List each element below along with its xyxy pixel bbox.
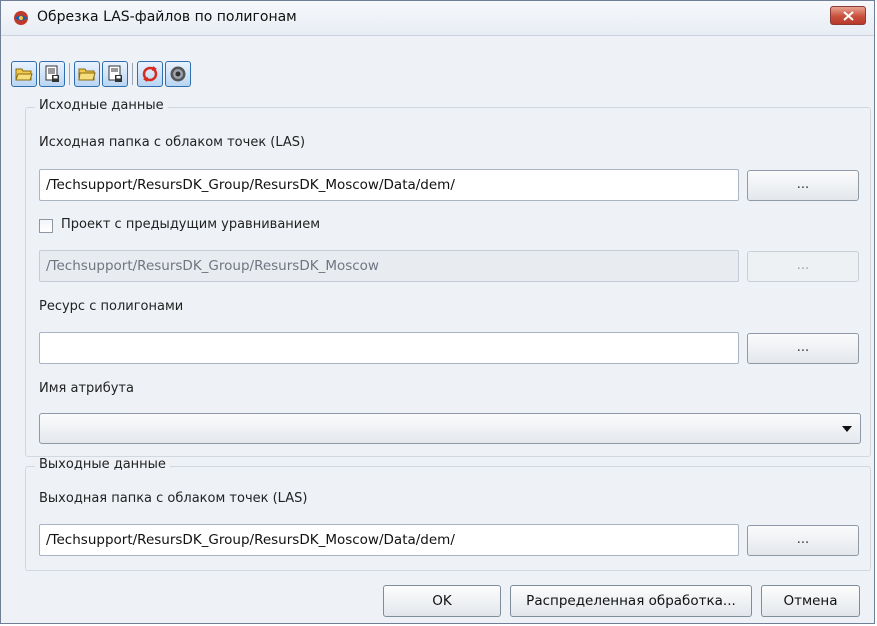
refresh-icon bbox=[142, 66, 158, 82]
ok-button[interactable]: OK bbox=[383, 585, 501, 617]
input-data-group-title: Исходные данные bbox=[35, 98, 168, 113]
chevron-down-icon bbox=[842, 426, 852, 432]
open-folder-icon bbox=[15, 68, 33, 81]
title-bar[interactable]: Обрезка LAS-файлов по полигонам bbox=[1, 1, 874, 36]
folder-button[interactable] bbox=[74, 61, 100, 87]
open-folder-button[interactable] bbox=[11, 61, 37, 87]
polygon-resource-input[interactable] bbox=[39, 332, 739, 364]
distributed-processing-button[interactable]: Распределенная обработка... bbox=[510, 585, 752, 617]
output-data-group-title: Выходные данные bbox=[35, 457, 170, 472]
save-button[interactable] bbox=[102, 61, 128, 87]
save-settings-button[interactable] bbox=[39, 61, 65, 87]
save-settings-icon bbox=[45, 65, 59, 82]
close-icon bbox=[843, 11, 854, 21]
out-folder-input[interactable]: /Techsupport/ResursDK_Group/ResursDK_Mos… bbox=[39, 524, 739, 556]
prev-adjustment-label: Проект с предыдущим уравниванием bbox=[61, 217, 321, 232]
refresh-button[interactable] bbox=[137, 61, 163, 87]
attribute-name-label: Имя атрибута bbox=[39, 381, 134, 396]
folder-icon bbox=[78, 68, 96, 81]
prev-adjustment-checkbox[interactable] bbox=[39, 219, 53, 233]
app-logo-icon bbox=[13, 10, 29, 26]
prev-adjustment-input[interactable]: /Techsupport/ResursDK_Group/ResursDK_Mos… bbox=[39, 250, 739, 282]
dialog-window: Обрезка LAS-файлов по полигонам Исходные… bbox=[0, 0, 875, 624]
reset-icon bbox=[170, 66, 186, 82]
save-icon bbox=[108, 65, 122, 82]
attribute-name-select[interactable] bbox=[39, 413, 861, 444]
toolbar-separator bbox=[132, 63, 133, 85]
window-title: Обрезка LAS-файлов по полигонам bbox=[37, 9, 297, 25]
polygon-resource-browse-button[interactable]: ... bbox=[747, 333, 859, 364]
cancel-button[interactable]: Отмена bbox=[761, 585, 860, 617]
las-folder-label: Исходная папка с облаком точек (LAS) bbox=[39, 135, 306, 150]
out-folder-browse-button[interactable]: ... bbox=[747, 525, 859, 556]
reset-button[interactable] bbox=[165, 61, 191, 87]
prev-adjustment-browse-button[interactable]: ... bbox=[747, 251, 859, 282]
out-folder-label: Выходная папка с облаком точек (LAS) bbox=[39, 491, 308, 506]
input-data-group bbox=[25, 107, 871, 457]
close-button[interactable] bbox=[830, 6, 866, 25]
las-folder-browse-button[interactable]: ... bbox=[747, 170, 859, 201]
toolbar-separator bbox=[69, 63, 70, 85]
polygon-resource-label: Ресурс с полигонами bbox=[39, 299, 184, 314]
las-folder-input[interactable]: /Techsupport/ResursDK_Group/ResursDK_Mos… bbox=[39, 169, 739, 201]
